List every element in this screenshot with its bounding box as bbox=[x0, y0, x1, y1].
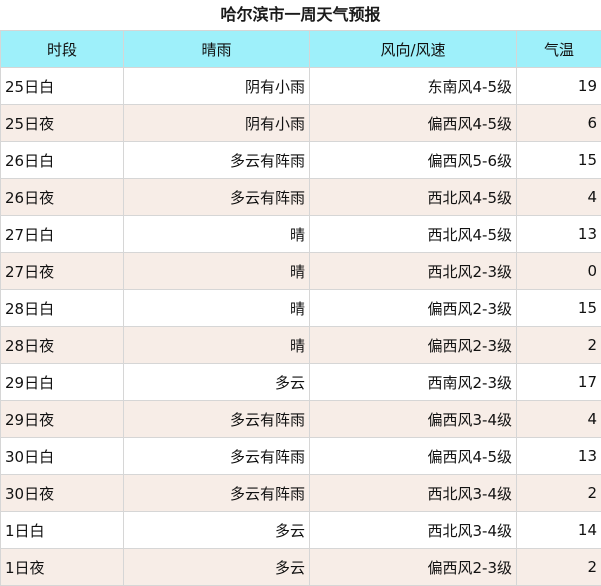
cell-condition: 多云 bbox=[124, 549, 310, 586]
cell-temp: 2 bbox=[517, 327, 601, 364]
table-row: 27日白 晴 西北风4-5级 13 bbox=[1, 216, 601, 253]
cell-condition: 多云有阵雨 bbox=[124, 438, 310, 475]
cell-wind: 西北风4-5级 bbox=[310, 179, 517, 216]
table-row: 25日夜 阴有小雨 偏西风4-5级 6 bbox=[1, 105, 601, 142]
cell-period: 25日白 bbox=[1, 68, 124, 105]
cell-period: 27日夜 bbox=[1, 253, 124, 290]
cell-wind: 偏西风2-3级 bbox=[310, 290, 517, 327]
cell-period: 30日白 bbox=[1, 438, 124, 475]
cell-temp: 17 bbox=[517, 364, 601, 401]
cell-condition: 多云 bbox=[124, 512, 310, 549]
cell-period: 25日夜 bbox=[1, 105, 124, 142]
cell-temp: 2 bbox=[517, 475, 601, 512]
cell-temp: 15 bbox=[517, 290, 601, 327]
cell-wind: 偏西风5-6级 bbox=[310, 142, 517, 179]
cell-wind: 偏西风3-4级 bbox=[310, 401, 517, 438]
cell-period: 30日夜 bbox=[1, 475, 124, 512]
cell-temp: 4 bbox=[517, 401, 601, 438]
cell-wind: 西北风2-3级 bbox=[310, 253, 517, 290]
cell-temp: 19 bbox=[517, 68, 601, 105]
cell-temp: 2 bbox=[517, 549, 601, 586]
table-row: 26日白 多云有阵雨 偏西风5-6级 15 bbox=[1, 142, 601, 179]
cell-condition: 晴 bbox=[124, 253, 310, 290]
table-row: 30日夜 多云有阵雨 西北风3-4级 2 bbox=[1, 475, 601, 512]
cell-wind: 偏西风2-3级 bbox=[310, 327, 517, 364]
cell-wind: 东南风4-5级 bbox=[310, 68, 517, 105]
table-row: 1日白 多云 西北风3-4级 14 bbox=[1, 512, 601, 549]
table-row: 27日夜 晴 西北风2-3级 0 bbox=[1, 253, 601, 290]
table-row: 29日白 多云 西南风2-3级 17 bbox=[1, 364, 601, 401]
cell-wind: 西北风3-4级 bbox=[310, 475, 517, 512]
weather-table: 时段 晴雨 风向/风速 气温 25日白 阴有小雨 东南风4-5级 19 25日夜… bbox=[0, 30, 601, 586]
cell-wind: 偏西风2-3级 bbox=[310, 549, 517, 586]
table-row: 1日夜 多云 偏西风2-3级 2 bbox=[1, 549, 601, 586]
cell-condition: 阴有小雨 bbox=[124, 105, 310, 142]
cell-period: 26日夜 bbox=[1, 179, 124, 216]
cell-condition: 多云有阵雨 bbox=[124, 475, 310, 512]
cell-wind: 西南风2-3级 bbox=[310, 364, 517, 401]
table-row: 26日夜 多云有阵雨 西北风4-5级 4 bbox=[1, 179, 601, 216]
table-row: 30日白 多云有阵雨 偏西风4-5级 13 bbox=[1, 438, 601, 475]
cell-temp: 6 bbox=[517, 105, 601, 142]
column-header-period: 时段 bbox=[1, 31, 124, 68]
cell-wind: 偏西风4-5级 bbox=[310, 438, 517, 475]
cell-period: 26日白 bbox=[1, 142, 124, 179]
cell-period: 28日夜 bbox=[1, 327, 124, 364]
table-row: 25日白 阴有小雨 东南风4-5级 19 bbox=[1, 68, 601, 105]
column-header-condition: 晴雨 bbox=[124, 31, 310, 68]
cell-temp: 0 bbox=[517, 253, 601, 290]
table-header-row: 时段 晴雨 风向/风速 气温 bbox=[1, 31, 601, 68]
cell-temp: 15 bbox=[517, 142, 601, 179]
cell-temp: 13 bbox=[517, 438, 601, 475]
table-body: 25日白 阴有小雨 东南风4-5级 19 25日夜 阴有小雨 偏西风4-5级 6… bbox=[1, 68, 601, 586]
cell-wind: 西北风3-4级 bbox=[310, 512, 517, 549]
cell-period: 29日夜 bbox=[1, 401, 124, 438]
cell-temp: 4 bbox=[517, 179, 601, 216]
cell-condition: 多云有阵雨 bbox=[124, 142, 310, 179]
column-header-temp: 气温 bbox=[517, 31, 601, 68]
cell-temp: 13 bbox=[517, 216, 601, 253]
cell-condition: 晴 bbox=[124, 327, 310, 364]
cell-period: 28日白 bbox=[1, 290, 124, 327]
cell-period: 27日白 bbox=[1, 216, 124, 253]
cell-condition: 晴 bbox=[124, 290, 310, 327]
cell-condition: 阴有小雨 bbox=[124, 68, 310, 105]
table-row: 29日夜 多云有阵雨 偏西风3-4级 4 bbox=[1, 401, 601, 438]
cell-condition: 多云有阵雨 bbox=[124, 401, 310, 438]
page-title: 哈尔滨市一周天气预报 bbox=[0, 0, 601, 30]
cell-condition: 晴 bbox=[124, 216, 310, 253]
cell-wind: 西北风4-5级 bbox=[310, 216, 517, 253]
cell-condition: 多云有阵雨 bbox=[124, 179, 310, 216]
table-row: 28日白 晴 偏西风2-3级 15 bbox=[1, 290, 601, 327]
cell-period: 29日白 bbox=[1, 364, 124, 401]
table-row: 28日夜 晴 偏西风2-3级 2 bbox=[1, 327, 601, 364]
cell-period: 1日夜 bbox=[1, 549, 124, 586]
column-header-wind: 风向/风速 bbox=[310, 31, 517, 68]
cell-condition: 多云 bbox=[124, 364, 310, 401]
cell-temp: 14 bbox=[517, 512, 601, 549]
cell-wind: 偏西风4-5级 bbox=[310, 105, 517, 142]
cell-period: 1日白 bbox=[1, 512, 124, 549]
